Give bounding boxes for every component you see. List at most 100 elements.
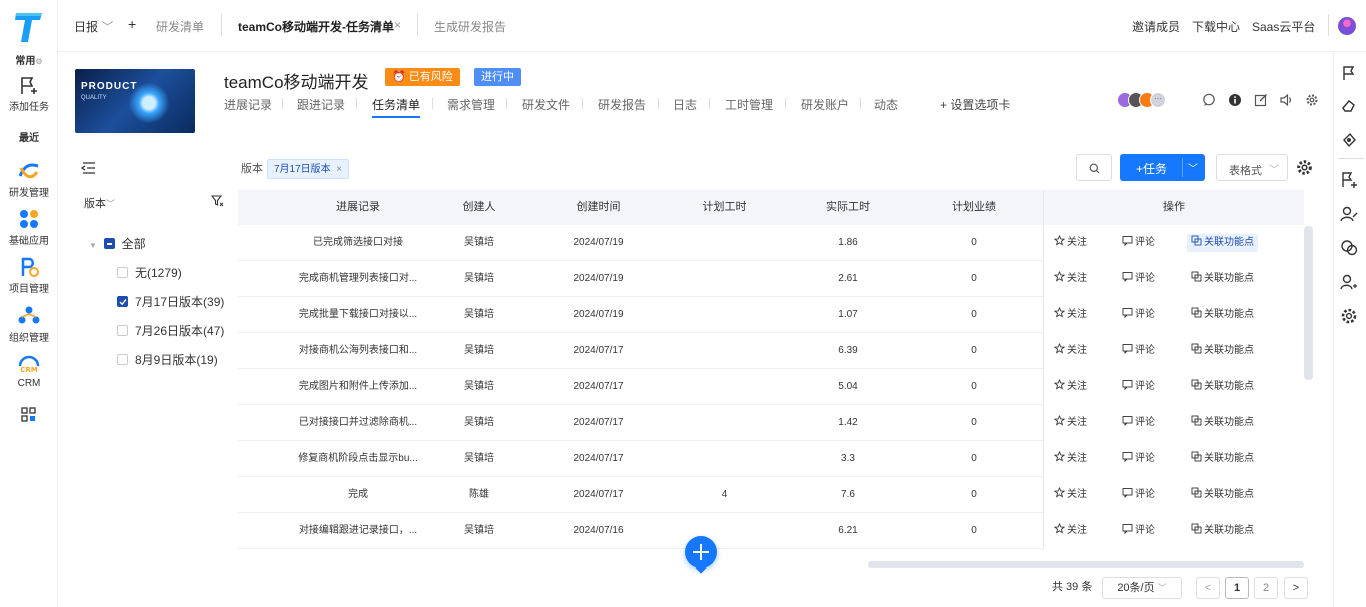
- tree-node-0717[interactable]: 7月17日版本(39): [117, 293, 224, 310]
- table-row[interactable]: 完成商机管理列表接口对... 吴镇培 2024/07/19 2.61 0 关注 评论 关联功能…: [238, 261, 1304, 297]
- close-icon[interactable]: ×: [394, 18, 401, 32]
- tab-files[interactable]: 研发文件: [522, 96, 570, 113]
- tab-worktime[interactable]: 工时管理: [725, 96, 773, 113]
- tab-accounts[interactable]: 研发账户: [801, 96, 849, 113]
- user-avatar[interactable]: [1338, 17, 1356, 35]
- table-row[interactable]: 完成批量下载接口对接以... 吴镇培 2024/07/19 1.07 0 关注 评论 关联功能…: [238, 297, 1304, 333]
- tab-requirements[interactable]: 需求管理: [447, 96, 495, 113]
- speaker-icon[interactable]: [1279, 93, 1293, 107]
- tab-followup[interactable]: 跟进记录: [297, 96, 345, 113]
- member-avatars[interactable]: ···: [1117, 92, 1173, 108]
- follow-button[interactable]: 关注: [1053, 261, 1087, 297]
- edit-icon[interactable]: [1254, 93, 1268, 107]
- row-title[interactable]: 完成商机管理列表接口对...: [278, 261, 438, 297]
- tab-task-list[interactable]: teamCo移动端开发-任务清单: [238, 18, 394, 35]
- nav-item-rd[interactable]: 研发管理: [0, 160, 58, 199]
- page-size-select[interactable]: 20条/页 ﹀: [1102, 577, 1182, 599]
- row-title[interactable]: 已完成筛选接口对接: [278, 225, 438, 261]
- link-feature-button[interactable]: 关联功能点: [1191, 297, 1254, 333]
- link-feature-button[interactable]: 关联功能点: [1191, 441, 1254, 477]
- version-tree-header[interactable]: 版本﹀: [84, 195, 115, 211]
- link-feature-button[interactable]: 关联功能点: [1191, 477, 1254, 513]
- add-tab-button[interactable]: +: [128, 16, 136, 32]
- tab-progress[interactable]: 进展记录: [224, 96, 272, 113]
- risk-badge[interactable]: ⏰ 已有风险: [385, 68, 460, 86]
- user-edit-icon[interactable]: [1339, 204, 1359, 224]
- link-feature-button[interactable]: 关联功能点: [1191, 369, 1254, 405]
- table-row[interactable]: 修复商机阶段点击显示bu... 吴镇培 2024/07/17 3.3 0 关注 评论 关联功能…: [238, 441, 1304, 477]
- comment-button[interactable]: 评论: [1122, 441, 1155, 477]
- comment-button[interactable]: 评论: [1122, 513, 1155, 549]
- partial-checkbox[interactable]: [103, 238, 115, 249]
- vertical-scrollbar[interactable]: [1304, 226, 1313, 380]
- app-logo[interactable]: [14, 10, 44, 44]
- comment-button[interactable]: 评论: [1122, 477, 1155, 513]
- page-2-button[interactable]: 2: [1254, 577, 1278, 599]
- settings-gear-icon[interactable]: [1305, 93, 1319, 107]
- comment-button[interactable]: 评论: [1122, 405, 1155, 441]
- follow-button[interactable]: 关注: [1053, 513, 1087, 549]
- table-row[interactable]: 完成图片和附件上传添加... 吴镇培 2024/07/17 5.04 0 关注 评论 关联功能…: [238, 369, 1304, 405]
- page-1-button[interactable]: 1: [1225, 577, 1249, 599]
- status-badge[interactable]: 进行中: [474, 68, 521, 86]
- row-title[interactable]: 完成: [278, 477, 438, 513]
- floating-add-button[interactable]: [685, 536, 717, 574]
- tab-activity[interactable]: 动态: [874, 96, 898, 113]
- tab-rd-list[interactable]: 研发清单: [156, 18, 204, 35]
- version-chip[interactable]: 7月17日版本 ×: [267, 159, 350, 179]
- row-title[interactable]: 已对接接口并过滤除商机...: [278, 405, 438, 441]
- add-task-button[interactable]: +任务 ﹀: [1120, 154, 1205, 181]
- checkbox[interactable]: [117, 354, 128, 365]
- row-title[interactable]: 完成图片和附件上传添加...: [278, 369, 438, 405]
- collapse-tree-icon[interactable]: [81, 161, 97, 175]
- table-row[interactable]: 已完成筛选接口对接 吴镇培 2024/07/19 1.86 0 关注 评论 关联功能点: [238, 225, 1304, 261]
- tab-logs[interactable]: 日志: [673, 96, 697, 113]
- link-feature-button[interactable]: 关联功能点: [1191, 513, 1254, 549]
- tree-node-none[interactable]: 无(1279): [117, 264, 182, 281]
- invite-members-link[interactable]: 邀请成员: [1132, 18, 1180, 35]
- follow-button[interactable]: 关注: [1053, 477, 1087, 513]
- nav-item-crm[interactable]: CRM CRM: [0, 354, 58, 389]
- nav-item-org[interactable]: 组织管理: [0, 305, 58, 344]
- follow-button[interactable]: 关注: [1053, 369, 1087, 405]
- hand-icon[interactable]: [1339, 96, 1359, 116]
- link-feature-button[interactable]: 关联功能点: [1191, 333, 1254, 369]
- tree-node-0726[interactable]: 7月26日版本(47): [117, 322, 224, 339]
- prev-page-button[interactable]: <: [1196, 577, 1220, 599]
- checkbox[interactable]: [117, 325, 128, 336]
- row-title[interactable]: 对接编辑跟进记录接口，...: [278, 513, 438, 549]
- search-button[interactable]: [1076, 154, 1112, 181]
- saas-platform-link[interactable]: Saas云平台: [1252, 18, 1315, 35]
- comment-button[interactable]: 评论: [1122, 261, 1155, 297]
- tree-node-all[interactable]: ▼ 全部: [89, 235, 146, 252]
- table-row[interactable]: 对接编辑跟进记录接口，... 吴镇培 2024/07/16 6.21 0 关注 评论 关联功能…: [238, 513, 1304, 549]
- download-center-link[interactable]: 下载中心: [1192, 18, 1240, 35]
- checkbox-checked[interactable]: [117, 296, 128, 307]
- common-section[interactable]: 常用⚙: [0, 52, 58, 67]
- horizontal-scrollbar[interactable]: [868, 561, 1304, 568]
- more-apps-icon[interactable]: [21, 407, 37, 423]
- settings-tab-button[interactable]: + 设置选项卡: [940, 96, 1010, 113]
- user-key-icon[interactable]: [1339, 272, 1359, 292]
- add-task-nav[interactable]: 添加任务: [0, 74, 58, 113]
- table-row[interactable]: 完成 陈雄 2024/07/17 4 7.6 0 关注 评论 关联功能点: [238, 477, 1304, 513]
- tab-reports[interactable]: 研发报告: [598, 96, 646, 113]
- chevron-down-icon[interactable]: ﹀: [1188, 160, 1198, 175]
- row-title[interactable]: 对接商机公海列表接口和...: [278, 333, 438, 369]
- table-settings-icon[interactable]: [1296, 159, 1313, 176]
- tree-node-0809[interactable]: 8月9日版本(19): [117, 351, 218, 368]
- row-title[interactable]: 完成批量下载接口对接以...: [278, 297, 438, 333]
- link-feature-button[interactable]: 关联功能点: [1187, 234, 1258, 252]
- chip-close-icon[interactable]: ×: [336, 164, 342, 175]
- task-flag-icon[interactable]: [1339, 63, 1359, 83]
- comment-button[interactable]: 评论: [1122, 369, 1155, 405]
- chat-icon[interactable]: [1202, 93, 1216, 107]
- comment-button[interactable]: 评论: [1122, 333, 1155, 369]
- filter-icon[interactable]: [211, 195, 224, 207]
- comment-button[interactable]: 评论: [1122, 297, 1155, 333]
- daily-menu[interactable]: 日报 ﹀: [74, 18, 113, 35]
- view-select[interactable]: 表格式 ﹀: [1216, 154, 1288, 181]
- checkbox[interactable]: [117, 267, 128, 278]
- info-icon[interactable]: [1228, 93, 1242, 107]
- pointer-icon[interactable]: [1339, 130, 1359, 150]
